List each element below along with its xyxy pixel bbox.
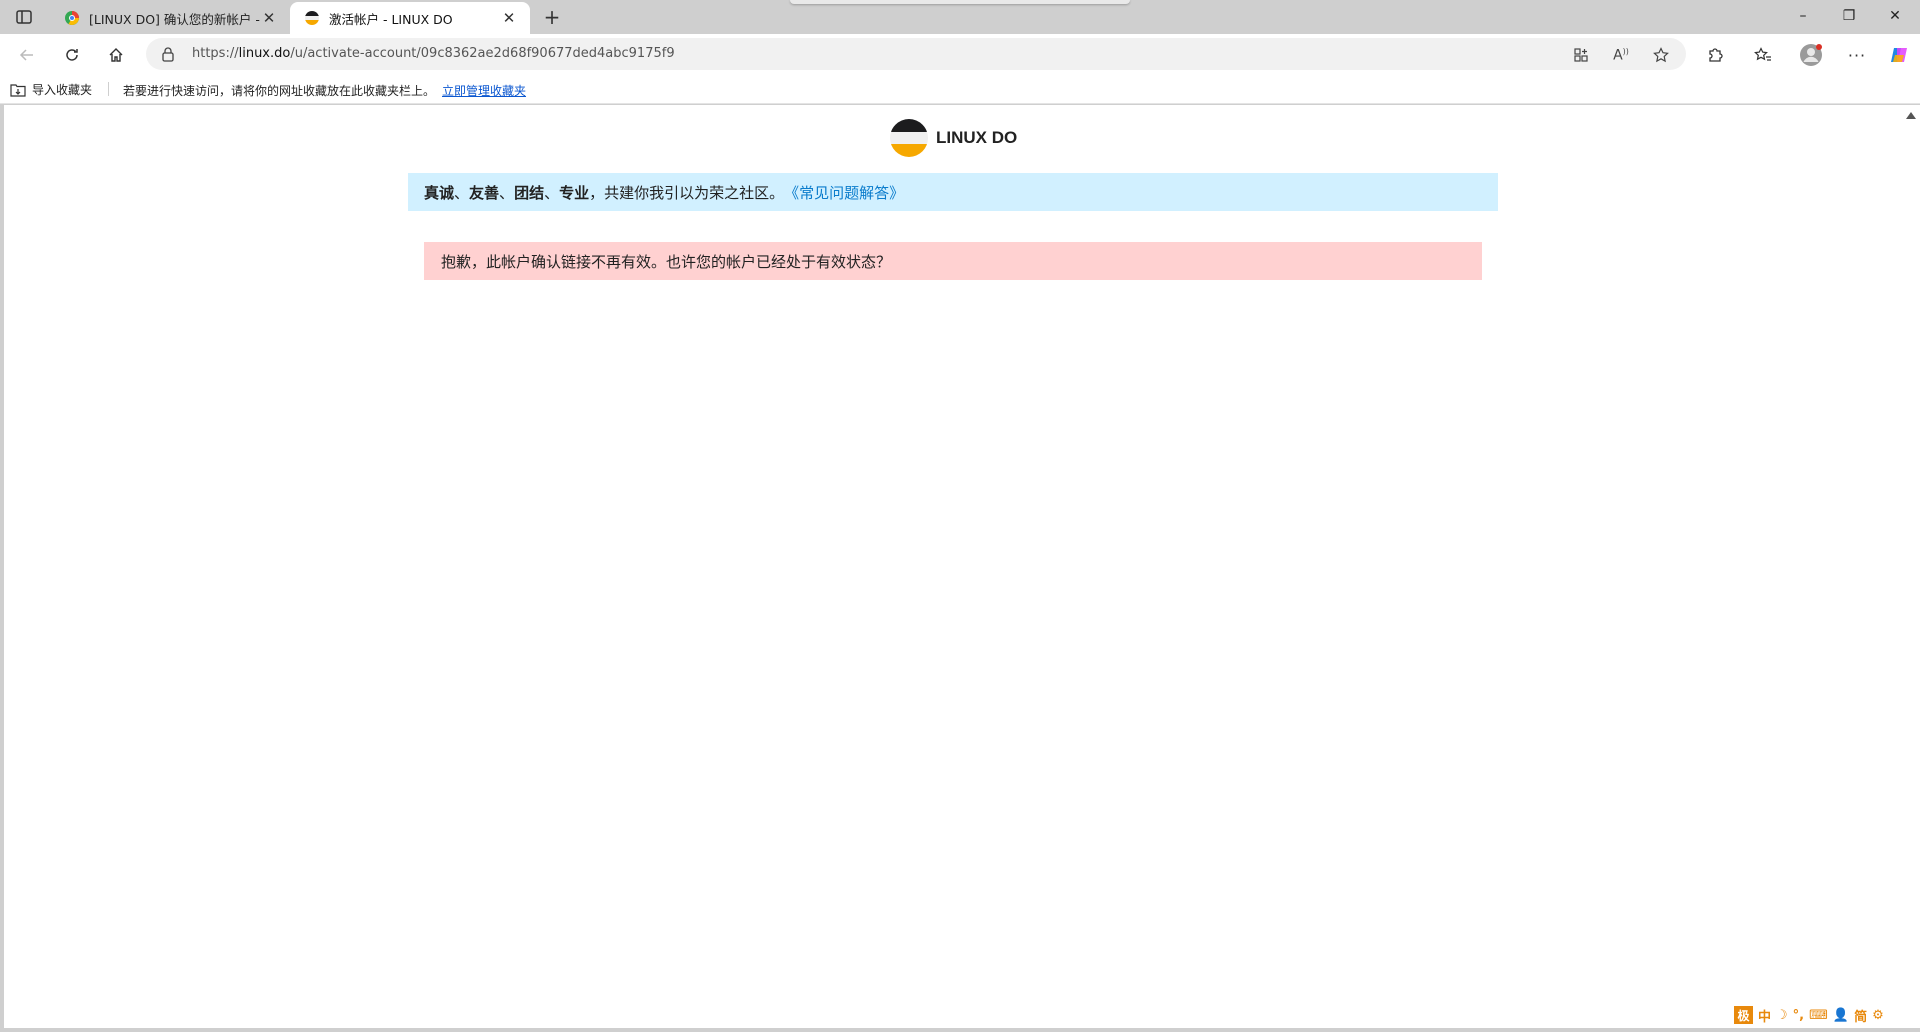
close-window-button[interactable]: ✕	[1872, 0, 1918, 32]
ime-punctuation-icon[interactable]: °,	[1793, 1008, 1804, 1023]
import-favorites-button[interactable]: 导入收藏夹	[10, 81, 92, 98]
faq-link[interactable]: 《常见问题解答》	[784, 182, 904, 203]
close-icon: ✕	[1889, 8, 1901, 24]
import-favorites-label: 导入收藏夹	[32, 83, 93, 97]
banner-text: ，共建你我引以为荣之社区。	[589, 183, 785, 202]
tab-strip: [LINUX DO] 确认您的新帐户 - QQ ✕ 激活帐户 - LINUX D…	[0, 0, 1920, 34]
favorites-bar: 导入收藏夹 若要进行快速访问，请将你的网址收藏放在此收藏夹栏上。 立即管理收藏夹	[0, 74, 1920, 104]
url-scheme: https://	[192, 46, 239, 61]
lock-icon[interactable]	[160, 46, 176, 62]
copilot-button[interactable]	[1885, 41, 1913, 69]
tab-actions-icon	[16, 10, 32, 24]
site-header-brand[interactable]: LINUX DO	[890, 119, 1017, 157]
profile-button[interactable]	[1797, 41, 1825, 69]
new-tab-button[interactable]: +	[540, 5, 564, 29]
community-values-banner: 真诚、友善、团结、专业 ，共建你我引以为荣之社区。 《常见问题解答》	[408, 173, 1498, 211]
home-icon	[109, 48, 123, 62]
value-separator: 、	[544, 183, 560, 202]
tab-qq-mail[interactable]: [LINUX DO] 确认您的新帐户 - QQ ✕	[50, 2, 290, 34]
ime-logo-icon[interactable]: 极	[1734, 1006, 1753, 1024]
window-drag-handle	[790, 0, 1130, 4]
refresh-icon	[66, 49, 78, 61]
settings-more-button[interactable]: ···	[1843, 41, 1871, 69]
favorites-divider	[108, 82, 109, 96]
arrow-left-icon	[19, 49, 33, 61]
read-aloud-icon[interactable]: A))	[1610, 44, 1632, 66]
url-text[interactable]: https://linux.do/u/activate-account/09c8…	[192, 46, 675, 61]
linuxdo-favicon-icon	[305, 11, 319, 25]
home-button[interactable]	[102, 41, 130, 69]
ime-status-bar[interactable]: 极 中 ☽ °, ⌨ 👤 简 ⚙	[1734, 1005, 1884, 1025]
address-bar[interactable]: https://linux.do/u/activate-account/09c8…	[146, 38, 1686, 70]
scroll-up-arrow-icon[interactable]	[1906, 112, 1916, 119]
url-path: /u/activate-account/09c8362ae2d68f90677d…	[290, 46, 675, 61]
manage-favorites-link[interactable]: 立即管理收藏夹	[442, 82, 526, 99]
restore-button[interactable]: ❐	[1826, 0, 1872, 32]
favorites-hint-text: 若要进行快速访问，请将你的网址收藏放在此收藏夹栏上。	[123, 84, 436, 98]
page-viewport: LINUX DO 真诚、友善、团结、专业 ，共建你我引以为荣之社区。 《常见问题解答…	[4, 105, 1902, 1028]
value-separator: 、	[454, 183, 470, 202]
value-separator: 、	[499, 183, 515, 202]
favorite-star-icon[interactable]	[1650, 44, 1672, 66]
restore-icon: ❐	[1842, 8, 1856, 24]
tab-actions-button[interactable]	[12, 7, 36, 27]
tab-close-icon[interactable]: ✕	[500, 9, 518, 27]
refresh-button[interactable]	[58, 41, 86, 69]
favorites-list-icon	[1754, 47, 1771, 61]
tab-close-icon[interactable]: ✕	[260, 9, 278, 27]
back-button[interactable]	[13, 41, 41, 69]
error-message: 抱歉，此帐户确认链接不再有效。也许您的帐户已经处于有效状态？	[441, 252, 892, 271]
ime-settings-gear-icon[interactable]: ⚙	[1872, 1008, 1884, 1023]
ime-chinese-mode[interactable]: 中	[1758, 1006, 1771, 1025]
avatar-icon	[1800, 44, 1822, 66]
tab-title: [LINUX DO] 确认您的新帐户 - QQ	[89, 11, 260, 27]
value-sincere: 真诚	[424, 183, 455, 202]
minimize-button[interactable]: –	[1780, 0, 1826, 32]
value-unity: 团结	[514, 183, 545, 202]
app-available-icon[interactable]	[1570, 44, 1592, 66]
tab-title: 激活帐户 - LINUX DO	[329, 11, 453, 27]
extensions-button[interactable]	[1701, 41, 1729, 69]
linuxdo-logo[interactable]	[890, 119, 928, 157]
copilot-icon	[1891, 48, 1907, 62]
value-professional: 专业	[559, 183, 590, 202]
import-folder-icon	[10, 83, 26, 97]
favorites-button[interactable]	[1749, 41, 1777, 69]
more-dots-icon: ···	[1847, 45, 1867, 65]
plus-icon: +	[543, 5, 561, 29]
qq-mail-favicon-icon	[65, 11, 79, 25]
ime-keyboard-icon[interactable]: ⌨	[1809, 1008, 1828, 1023]
puzzle-icon	[1709, 48, 1723, 62]
ime-user-icon[interactable]: 👤	[1833, 1008, 1849, 1023]
minimize-icon: –	[1799, 8, 1807, 24]
browser-toolbar: https://linux.do/u/activate-account/09c8…	[0, 34, 1920, 74]
site-title[interactable]: LINUX DO	[936, 128, 1017, 148]
ime-simplified-mode[interactable]: 简	[1854, 1006, 1867, 1025]
vertical-scrollbar[interactable]	[1902, 105, 1920, 1028]
ime-moon-icon[interactable]: ☽	[1776, 1008, 1788, 1023]
value-friendly: 友善	[469, 183, 500, 202]
url-host: linux.do	[238, 46, 291, 61]
error-alert: 抱歉，此帐户确认链接不再有效。也许您的帐户已经处于有效状态？	[424, 242, 1482, 280]
tab-activate-account[interactable]: 激活帐户 - LINUX DO ✕	[290, 2, 530, 34]
